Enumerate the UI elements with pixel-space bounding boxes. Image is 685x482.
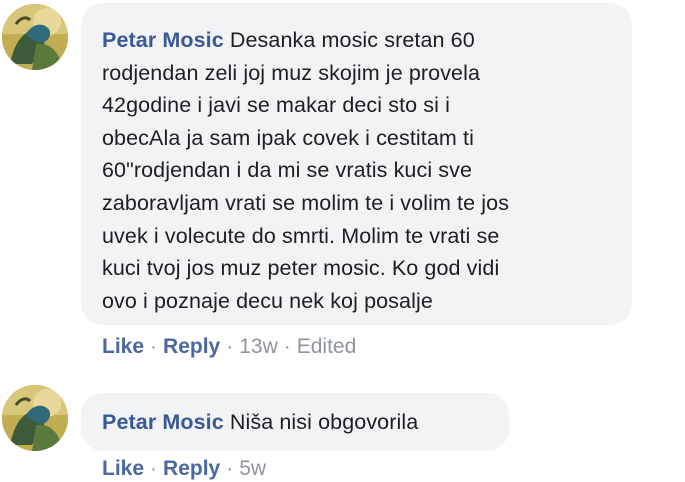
- avatar[interactable]: [2, 385, 68, 451]
- reply-button[interactable]: Reply: [163, 335, 220, 358]
- timestamp[interactable]: 5w: [239, 457, 266, 480]
- timestamp[interactable]: 13w: [239, 335, 278, 358]
- comment-bubble: Petar Mosic Niša nisi obgovorila: [81, 393, 509, 451]
- comment-text: Petar Mosic Niša nisi obgovorila: [102, 406, 489, 439]
- comment-actions: Like · Reply · 5w: [102, 456, 266, 482]
- comment-line: ovo i poznaje decu nek koj posalje: [102, 288, 433, 313]
- comment-line: obecAla ja sam ipak covek i cestitam ti: [102, 125, 474, 150]
- avatar[interactable]: [2, 4, 68, 70]
- comment-author[interactable]: Petar Mosic: [102, 410, 224, 434]
- comment-line: kuci tvoj jos muz peter mosic. Ko god vi…: [102, 256, 500, 281]
- like-button[interactable]: Like: [102, 457, 144, 480]
- comment-line: zaboravljam vrati se molim te i volim te…: [102, 190, 510, 215]
- profile-photo-icon: [2, 385, 68, 451]
- like-button[interactable]: Like: [102, 335, 144, 358]
- separator: ·: [226, 335, 234, 358]
- separator: ·: [283, 335, 291, 358]
- separator: ·: [150, 335, 158, 358]
- comment-bubble: Petar Mosic Desanka mosic sretan 60 rodj…: [81, 3, 632, 325]
- separator: ·: [150, 457, 158, 480]
- comment-2: Petar Mosic Niša nisi obgovorila Like · Re…: [0, 380, 685, 480]
- comment-line: rodjendan zeli joj muz skojim je provela: [102, 60, 481, 85]
- reply-button[interactable]: Reply: [163, 457, 220, 480]
- comment-line: 60"rodjendan i da mi se vratis kuci sve: [102, 158, 473, 183]
- comment-line: 42godine i javi se makar deci sto si i: [102, 93, 450, 118]
- comment-actions: Like · Reply · 13w · Edited: [102, 334, 356, 360]
- comment-author[interactable]: Petar Mosic: [102, 28, 224, 52]
- edited-label[interactable]: Edited: [297, 335, 357, 358]
- comment-text: Petar Mosic Desanka mosic sretan 60 rodj…: [102, 24, 612, 317]
- comment-1: Petar Mosic Desanka mosic sretan 60 rodj…: [0, 0, 685, 370]
- profile-photo-icon: [2, 4, 68, 70]
- comment-line: Niša nisi obgovorila: [229, 410, 419, 434]
- separator: ·: [226, 457, 234, 480]
- comment-line: uvek i volecute do smrti. Molim te vrati…: [102, 223, 500, 248]
- comment-line: Desanka mosic sretan 60: [229, 28, 475, 52]
